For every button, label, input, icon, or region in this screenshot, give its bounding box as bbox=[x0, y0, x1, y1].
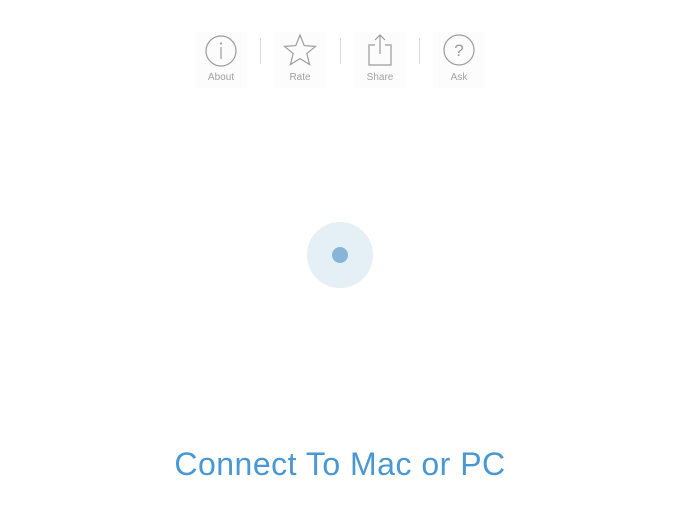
connection-status-indicator bbox=[307, 222, 373, 288]
ask-label: Ask bbox=[450, 72, 468, 83]
status-dot bbox=[332, 247, 348, 263]
share-icon bbox=[363, 32, 397, 68]
ask-button[interactable]: ? Ask bbox=[433, 32, 485, 88]
app-screen: About Rate Share ? Ask Connect To Mac or… bbox=[0, 0, 680, 510]
rate-label: Rate bbox=[289, 72, 311, 83]
rate-button[interactable]: Rate bbox=[274, 32, 326, 88]
info-icon bbox=[204, 32, 238, 68]
share-button[interactable]: Share bbox=[354, 32, 406, 88]
toolbar-divider bbox=[340, 38, 341, 64]
about-button[interactable]: About bbox=[195, 32, 247, 88]
toolbar-divider bbox=[260, 38, 261, 64]
connect-title[interactable]: Connect To Mac or PC bbox=[0, 444, 680, 484]
toolbar-divider bbox=[419, 38, 420, 64]
share-label: Share bbox=[366, 72, 394, 83]
top-toolbar: About Rate Share ? Ask bbox=[0, 32, 680, 92]
star-icon bbox=[283, 32, 317, 68]
svg-text:?: ? bbox=[454, 41, 463, 60]
question-icon: ? bbox=[442, 32, 476, 68]
about-label: About bbox=[207, 72, 235, 83]
